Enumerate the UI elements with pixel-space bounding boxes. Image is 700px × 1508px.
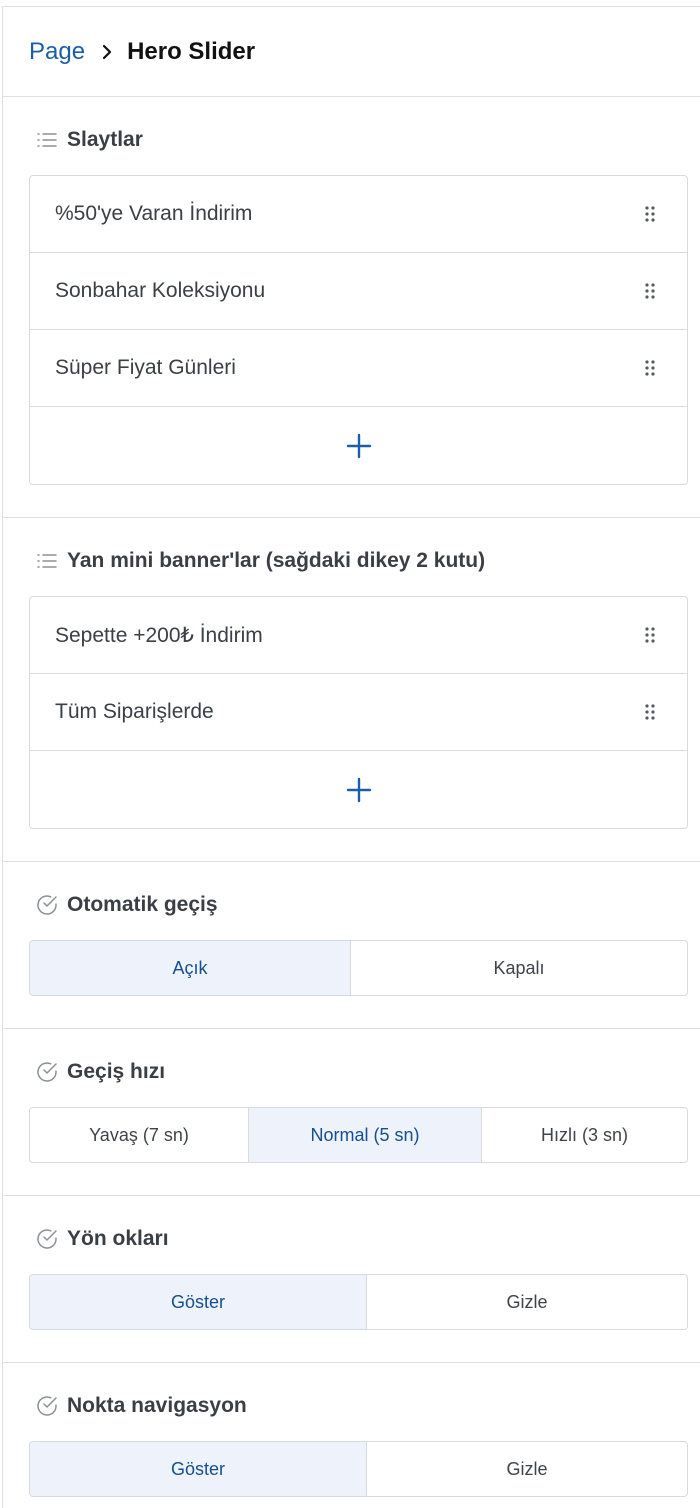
check-circle-icon [35,893,59,917]
list-icon [35,128,59,152]
chevron-right-icon [93,40,121,64]
drag-handle-icon[interactable] [643,359,657,377]
speed-slow-option[interactable]: Yavaş (7 sn) [30,1108,249,1162]
list-item[interactable]: Tüm Siparişlerde [30,674,687,751]
hero-slider-panel: Page Hero Slider Slaytlar %50'ye Varan İ… [2,6,700,1508]
slides-list: %50'ye Varan İndirim Sonbahar Koleksiyon… [29,175,688,485]
list-item[interactable]: Sonbahar Koleksiyonu [30,253,687,330]
check-circle-icon [35,1227,59,1251]
breadcrumb-page-link[interactable]: Page [29,38,85,66]
dots-toggle: Göster Gizle [29,1441,688,1497]
speed-selector: Yavaş (7 sn) Normal (5 sn) Hızlı (3 sn) [29,1107,688,1163]
speed-section: Geçiş hızı Yavaş (7 sn) Normal (5 sn) Hı… [3,1029,700,1196]
breadcrumb: Page Hero Slider [3,7,700,97]
speed-title-label: Geçiş hızı [67,1060,166,1083]
list-item-label: Tüm Siparişlerde [55,700,214,723]
dots-section: Nokta navigasyon Göster Gizle [3,1363,700,1508]
list-icon [35,549,59,573]
arrows-title-label: Yön okları [67,1227,169,1250]
speed-section-title: Geçiş hızı [3,1058,700,1086]
check-circle-icon [35,1060,59,1084]
arrows-section: Yön okları Göster Gizle [3,1196,700,1363]
page-title: Hero Slider [127,37,256,65]
side-banners-section-title: Yan mini banner'lar (sağdaki dikey 2 kut… [3,547,700,575]
speed-normal-option[interactable]: Normal (5 sn) [249,1108,482,1162]
arrows-section-title: Yön okları [3,1225,700,1253]
arrows-show-option[interactable]: Göster [30,1275,367,1329]
slides-section: Slaytlar %50'ye Varan İndirim Sonbahar K… [3,97,700,518]
autoplay-off-option[interactable]: Kapalı [351,941,687,995]
drag-handle-icon[interactable] [643,282,657,300]
plus-icon [345,776,373,804]
slides-title-label: Slaytlar [67,128,143,151]
drag-handle-icon[interactable] [643,205,657,223]
autoplay-toggle: Açık Kapalı [29,940,688,996]
autoplay-on-option[interactable]: Açık [30,941,351,995]
list-item-label: %50'ye Varan İndirim [55,202,253,225]
list-item-label: Süper Fiyat Günleri [55,356,236,379]
arrows-hide-option[interactable]: Gizle [367,1275,687,1329]
list-item-label: Sonbahar Koleksiyonu [55,279,266,302]
dots-hide-option[interactable]: Gizle [367,1442,687,1496]
dots-title-label: Nokta navigasyon [67,1394,247,1417]
list-item[interactable]: Sepette +200₺ İndirim [30,597,687,674]
drag-handle-icon[interactable] [643,703,657,721]
autoplay-section-title: Otomatik geçiş [3,891,700,919]
side-banners-title-label: Yan mini banner'lar (sağdaki dikey 2 kut… [67,549,486,572]
add-banner-button[interactable] [30,751,687,828]
list-item-label: Sepette +200₺ İndirim [55,623,263,647]
autoplay-section: Otomatik geçiş Açık Kapalı [3,862,700,1029]
autoplay-title-label: Otomatik geçiş [67,893,218,916]
dots-show-option[interactable]: Göster [30,1442,367,1496]
side-banners-section: Yan mini banner'lar (sağdaki dikey 2 kut… [3,518,700,862]
side-banners-list: Sepette +200₺ İndirim Tüm Siparişlerde [29,596,688,829]
slides-section-title: Slaytlar [3,126,700,154]
list-item[interactable]: Süper Fiyat Günleri [30,330,687,407]
arrows-toggle: Göster Gizle [29,1274,688,1330]
list-item[interactable]: %50'ye Varan İndirim [30,176,687,253]
speed-fast-option[interactable]: Hızlı (3 sn) [482,1108,687,1162]
plus-icon [345,432,373,460]
drag-handle-icon[interactable] [643,626,657,644]
add-slide-button[interactable] [30,407,687,484]
dots-section-title: Nokta navigasyon [3,1392,700,1420]
check-circle-icon [35,1394,59,1418]
